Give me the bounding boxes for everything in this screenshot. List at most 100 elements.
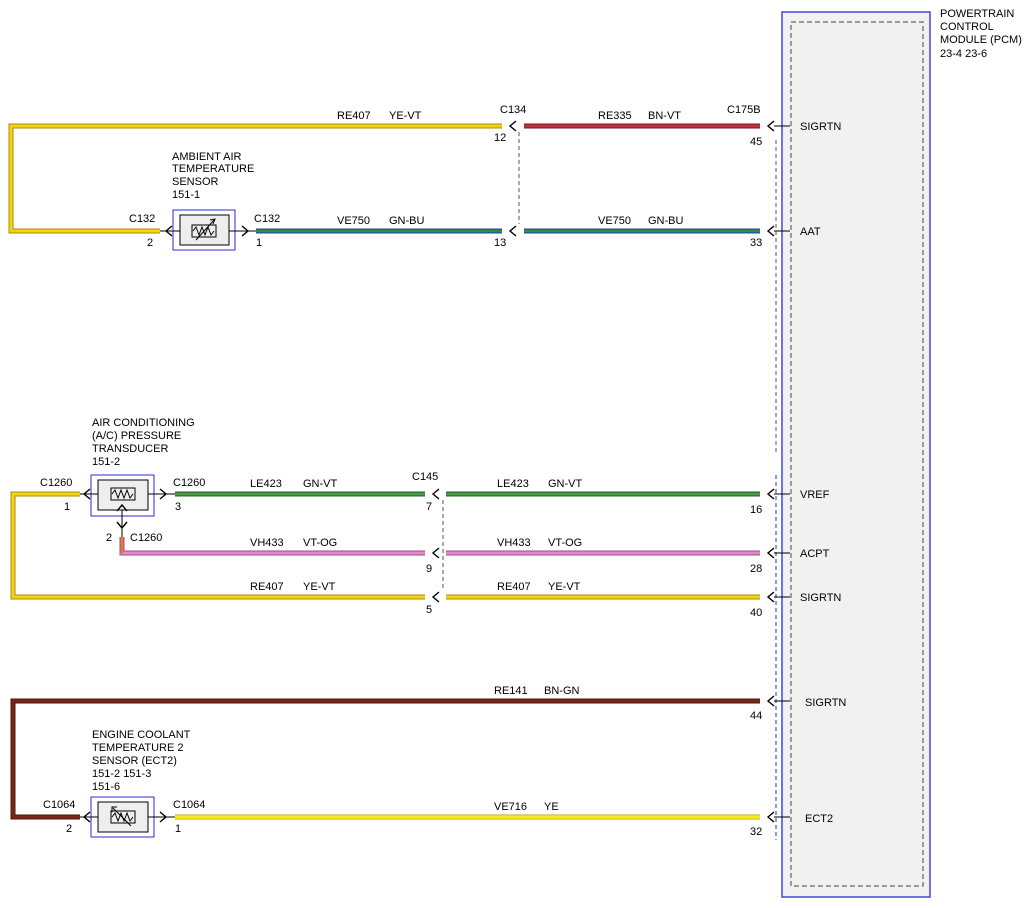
ac-transducer-label-2: (A/C) PRESSURE xyxy=(92,430,181,442)
circuit-re407-mid-right-id: RE407 xyxy=(497,581,531,593)
aat-sensor-label-2: TEMPERATURE xyxy=(172,163,254,175)
pin-c1260-1: 1 xyxy=(64,501,70,513)
circuit-re407-mid-right-color: YE-VT xyxy=(548,581,581,593)
connector-c1260-right-label: C1260 xyxy=(173,477,205,489)
pin-c145-7: 7 xyxy=(426,501,432,513)
pin-pcm-44: 44 xyxy=(750,710,762,722)
pin-c1064-1: 1 xyxy=(175,823,181,835)
signal-aat: AAT xyxy=(800,226,821,238)
circuit-re141-color: BN-GN xyxy=(544,685,580,697)
circuit-re407-id: RE407 xyxy=(337,110,371,122)
pin-c132-1: 1 xyxy=(256,237,262,249)
circuit-re407-mid-left-color: YE-VT xyxy=(303,581,336,593)
circuit-vh433-left-id: VH433 xyxy=(250,537,284,549)
pcm-title-line-3: MODULE (PCM) xyxy=(940,34,1022,46)
pin-c145-5: 5 xyxy=(426,604,432,616)
signal-sigrtn-3: SIGRTN xyxy=(805,697,846,709)
circuit-ve750-left-id: VE750 xyxy=(337,215,370,227)
connector-arrow-icon xyxy=(508,225,517,237)
connector-arrow-icon xyxy=(766,488,775,500)
aat-sensor-label-4: 151-1 xyxy=(172,189,200,201)
ac-transducer-label-4: 151-2 xyxy=(92,456,120,468)
connector-c132-left-label: C132 xyxy=(129,213,155,225)
ect2-sensor-label-5: 151-6 xyxy=(92,781,120,793)
connector-arrow-icon xyxy=(766,120,775,132)
circuit-re335[interactable]: RE335 BN-VT xyxy=(524,110,760,129)
connector-arrow-icon xyxy=(766,225,775,237)
circuit-le423-right-color: GN-VT xyxy=(548,478,583,490)
aat-sensor-label-1: AMBIENT AIR xyxy=(172,151,242,163)
circuit-ve716[interactable]: VE716 YE 32 ECT2 xyxy=(175,801,833,838)
pin-c132-2: 2 xyxy=(147,237,153,249)
circuit-ve750-right-id: VE750 xyxy=(598,215,631,227)
circuit-vh433-right-id: VH433 xyxy=(497,537,531,549)
connector-arrow-icon xyxy=(431,488,440,500)
connector-c1064-right-label: C1064 xyxy=(173,799,205,811)
circuit-le423-left[interactable]: LE423 GN-VT 7 C145 xyxy=(175,471,444,590)
connector-arrow-icon xyxy=(766,591,775,603)
circuit-ve750-right-color: GN-BU xyxy=(648,215,684,227)
ect2-sensor-label-2: TEMPERATURE 2 xyxy=(92,742,183,754)
signal-acpt: ACPT xyxy=(800,548,830,560)
circuit-ve716-color: YE xyxy=(544,801,559,813)
connector-c175b-label: C175B xyxy=(727,104,761,116)
connector-c132-right-label: C132 xyxy=(254,213,280,225)
aat-sensor-label-3: SENSOR xyxy=(172,176,219,188)
connector-arrow-icon xyxy=(431,591,440,603)
pin-c1260-3: 3 xyxy=(175,501,181,513)
circuit-le423-right-id: LE423 xyxy=(497,478,529,490)
connector-c1064-left-label: C1064 xyxy=(43,799,75,811)
pin-pcm-40: 40 xyxy=(750,607,762,619)
signal-sigrtn-1: SIGRTN xyxy=(800,121,841,133)
pin-pcm-28: 28 xyxy=(750,563,762,575)
circuit-re335-color: BN-VT xyxy=(648,110,681,122)
connector-c1260-left-label: C1260 xyxy=(40,477,72,489)
pin-c175b-45: 45 xyxy=(750,136,762,148)
pin-c145-9: 9 xyxy=(426,563,432,575)
ect2-sensor-label-4: 151-2 151-3 xyxy=(92,768,151,780)
pin-c134-13: 13 xyxy=(494,237,506,249)
pcm-module: POWERTRAIN CONTROL MODULE (PCM) 23-4 23-… xyxy=(775,8,1022,898)
connector-arrow-icon xyxy=(766,811,775,823)
pcm-module-box xyxy=(781,11,931,898)
connector-arrow-icon xyxy=(766,547,775,559)
ac-pressure-transducer[interactable]: AIR CONDITIONING (A/C) PRESSURE TRANSDUC… xyxy=(40,417,205,544)
circuit-le423-left-id: LE423 xyxy=(250,478,282,490)
pin-pcm-33: 33 xyxy=(750,237,762,249)
circuit-ve716-id: VE716 xyxy=(494,801,527,813)
connector-c134-label: C134 xyxy=(500,104,526,116)
circuit-ve750-left-color: GN-BU xyxy=(389,215,425,227)
wiring-diagram: POWERTRAIN CONTROL MODULE (PCM) 23-4 23-… xyxy=(8,8,1022,898)
ect2-sensor[interactable]: ENGINE COOLANT TEMPERATURE 2 SENSOR (ECT… xyxy=(43,729,205,838)
pcm-title-line-1: POWERTRAIN xyxy=(940,8,1014,20)
ambient-air-temp-sensor[interactable]: AMBIENT AIR TEMPERATURE SENSOR 151-1 C13… xyxy=(129,151,280,251)
signal-vref: VREF xyxy=(800,489,830,501)
circuit-vh433-right[interactable]: VH433 VT-OG 28 ACPT xyxy=(446,537,830,575)
pin-c1260-2: 2 xyxy=(106,532,112,544)
connector-c1260-bottom-label: C1260 xyxy=(130,532,162,544)
circuit-ve750-left[interactable]: VE750 GN-BU 13 xyxy=(256,215,517,249)
circuit-le423-left-color: GN-VT xyxy=(303,478,338,490)
connector-arrow-icon xyxy=(766,695,775,707)
ect2-sensor-label-1: ENGINE COOLANT xyxy=(92,729,191,741)
circuit-vh433-right-color: VT-OG xyxy=(548,537,582,549)
circuit-le423-right[interactable]: LE423 GN-VT 16 VREF xyxy=(446,478,830,516)
pcm-title-line-2: CONTROL xyxy=(940,21,994,33)
connector-c145-label: C145 xyxy=(412,471,438,483)
connector-arrow-icon xyxy=(431,547,440,559)
circuit-re141-id: RE141 xyxy=(494,685,528,697)
signal-ect2: ECT2 xyxy=(805,813,833,825)
ect2-sensor-label-3: SENSOR (ECT2) xyxy=(92,755,177,767)
connector-arrow-icon xyxy=(508,120,517,132)
connector-c134: C134 12 xyxy=(494,104,526,224)
ac-transducer-label-1: AIR CONDITIONING xyxy=(92,417,195,429)
ac-transducer-label-3: TRANSDUCER xyxy=(92,443,168,455)
signal-sigrtn-2: SIGRTN xyxy=(800,592,841,604)
pin-c134-12: 12 xyxy=(494,132,506,144)
circuit-re407-color: YE-VT xyxy=(389,110,422,122)
pcm-pages: 23-4 23-6 xyxy=(940,48,987,60)
circuit-re407-mid-left-id: RE407 xyxy=(250,581,284,593)
circuit-vh433-left-color: VT-OG xyxy=(303,537,337,549)
circuit-vh433-left[interactable]: VH433 VT-OG 9 xyxy=(119,537,440,575)
circuit-re335-id: RE335 xyxy=(598,110,632,122)
